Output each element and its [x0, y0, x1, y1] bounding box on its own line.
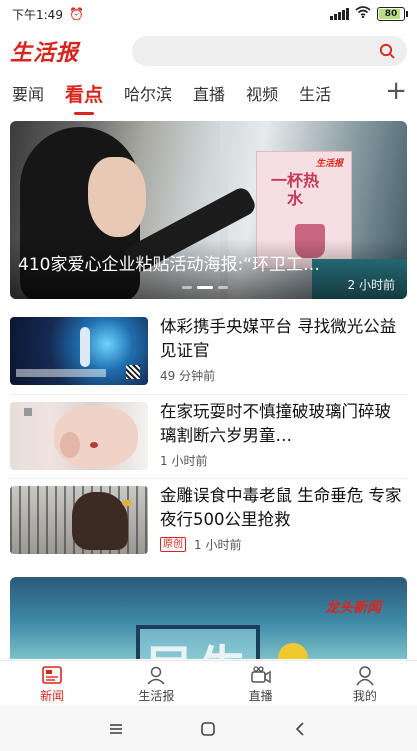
- news-meta: 49 分钟前: [160, 367, 215, 384]
- status-icons: 80: [330, 6, 408, 22]
- divider: [10, 394, 407, 395]
- news-title[interactable]: 体彩携手央媒平台 寻找微光公益见证官: [160, 315, 404, 363]
- carousel-dot-active: [197, 286, 213, 289]
- header: 生活报: [0, 32, 417, 70]
- channel-tabs: 要闻 看点 哈尔滨 直播 视频 生活 +: [0, 74, 417, 115]
- home-icon[interactable]: [199, 720, 217, 738]
- search-input[interactable]: [132, 36, 407, 66]
- nav-life-report[interactable]: 生活报: [104, 661, 208, 706]
- search-bar[interactable]: [132, 36, 407, 66]
- news-title[interactable]: 在家玩耍时不慎撞破玻璃门碎玻璃割断六岁男童…: [160, 400, 404, 448]
- live-icon: [250, 665, 271, 683]
- nav-label: 我的: [352, 688, 377, 703]
- news-item-3[interactable]: 金雕误食中毒老鼠 生命垂危 专家夜行500公里抢救 原创 1 小时前: [10, 486, 407, 554]
- system-navigation: [0, 706, 417, 751]
- news-thumbnail: [10, 486, 148, 554]
- signal-icon: [330, 8, 349, 20]
- tab-yaowen[interactable]: 要闻: [12, 81, 44, 105]
- news-title[interactable]: 金雕误食中毒老鼠 生命垂危 专家夜行500公里抢救: [160, 484, 404, 532]
- news-thumbnail: [10, 402, 148, 470]
- original-badge: 原创: [160, 537, 186, 552]
- news-meta: 1 小时前: [160, 452, 207, 469]
- nav-label: 新闻: [40, 688, 65, 703]
- nav-profile[interactable]: 我的: [313, 661, 417, 706]
- app-logo[interactable]: 生活报: [10, 35, 120, 67]
- tab-harbin[interactable]: 哈尔滨: [124, 81, 172, 105]
- menu-icon[interactable]: [107, 720, 125, 738]
- news-time: 1 小时前: [160, 454, 208, 468]
- news-icon: [42, 665, 62, 684]
- battery-icon: 80: [377, 7, 408, 21]
- nav-label: 生活报: [138, 688, 175, 703]
- back-icon[interactable]: [292, 720, 310, 738]
- carousel-indicator: [182, 286, 228, 289]
- tab-live[interactable]: 直播: [193, 81, 225, 105]
- feature-card[interactable]: 龙头新闻 民生: [10, 577, 407, 659]
- alarm-icon: ⏰: [68, 7, 84, 21]
- bottom-navigation: 新闻 生活报 直播 我的: [0, 660, 417, 706]
- nav-news[interactable]: 新闻: [0, 661, 104, 706]
- news-item-1[interactable]: 体彩携手央媒平台 寻找微光公益见证官 49 分钟前: [10, 317, 407, 385]
- status-bar: 下午1:49 ⏰ 80: [0, 0, 417, 28]
- hero-carousel[interactable]: 生活报 一杯热水 410家爱心企业粘贴活动海报:“环卫工… 2 小时前: [10, 121, 407, 299]
- carousel-dot: [182, 286, 192, 289]
- carousel-dot: [218, 286, 228, 289]
- news-time: 1 小时前: [194, 538, 242, 552]
- hero-person-face: [88, 157, 146, 237]
- news-meta: 原创 1 小时前: [160, 536, 241, 553]
- add-channel-button[interactable]: +: [385, 78, 407, 104]
- life-report-icon: [147, 666, 165, 685]
- nav-label: 直播: [248, 688, 273, 703]
- poster-brand: 生活报: [315, 159, 343, 169]
- news-time: 49 分钟前: [160, 369, 216, 383]
- tab-life[interactable]: 生活: [299, 81, 331, 105]
- tab-video[interactable]: 视频: [246, 81, 278, 105]
- profile-icon: [356, 665, 374, 685]
- qr-code-icon: [126, 365, 140, 379]
- battery-text: 80: [384, 9, 398, 19]
- news-item-2[interactable]: 在家玩耍时不慎撞破玻璃门碎玻璃割断六岁男童… 1 小时前: [10, 402, 407, 470]
- hero-caption[interactable]: 410家爱心企业粘贴活动海报:“环卫工…: [18, 250, 398, 275]
- news-thumbnail: [10, 317, 148, 385]
- card-big-text: 民生: [136, 625, 261, 659]
- hero-time: 2 小时前: [347, 278, 395, 292]
- status-time: 下午1:49: [12, 7, 63, 22]
- search-icon[interactable]: [379, 43, 395, 59]
- tab-kandian[interactable]: 看点: [65, 80, 103, 115]
- poster-title: 一杯热水: [270, 171, 319, 208]
- nav-live[interactable]: 直播: [209, 661, 313, 706]
- card-decoration: [278, 643, 308, 659]
- divider: [10, 478, 407, 479]
- wifi-icon: [355, 6, 371, 22]
- card-brand-logo: 龙头新闻: [325, 600, 381, 616]
